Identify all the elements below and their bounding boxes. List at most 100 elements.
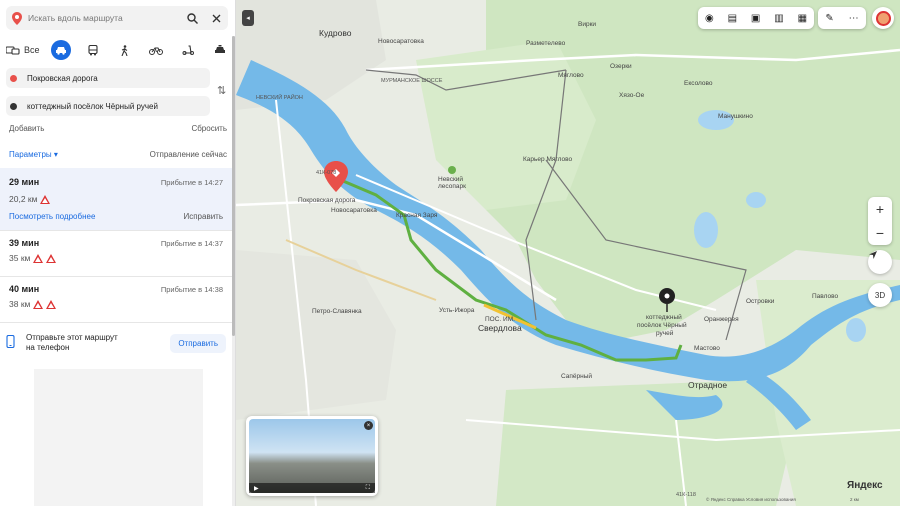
map-label-petro-slavyanka: Петро-Славянка [312, 308, 362, 315]
transport-icon[interactable]: ▥ [774, 13, 783, 24]
map-label-eksolovo: Ексолово [684, 80, 713, 87]
route-search-input[interactable]: Искать вдоль маршрута [28, 13, 180, 23]
walking-icon [121, 44, 128, 56]
map-book-icon[interactable]: ▤ [728, 13, 737, 24]
map-label-orangerea: Оранжерея [704, 316, 739, 323]
add-point-button[interactable]: Добавить [9, 124, 44, 133]
map-label-manushkino: Манушкино [718, 113, 753, 120]
mode-bike[interactable] [146, 40, 166, 60]
send-button[interactable]: Отправить [170, 333, 226, 353]
panorama-image [249, 419, 375, 493]
zoom-control: + − [868, 197, 892, 245]
warning-icon [40, 194, 51, 204]
route-arrival: Прибытие в 14:27 [160, 178, 223, 187]
map-label-ozerki: Озерки [610, 63, 632, 70]
departure-selector[interactable]: Отправление сейчас [150, 150, 227, 159]
map-scale: 2 км [850, 497, 859, 502]
map-label-kudrovo: Кудрово [319, 28, 352, 38]
map-label-nevsky-lesopark-2: лесопарк [438, 183, 466, 190]
yandex-logo: Яндекс [847, 480, 883, 491]
mode-car[interactable] [51, 40, 72, 60]
route-option-2[interactable]: 39 мин Прибытие в 14:37 35 км [0, 238, 232, 278]
map-label-myaglovo: Мяглово [558, 72, 584, 79]
map-label-karier: Карьер Мяглово [523, 156, 573, 163]
mode-walk[interactable] [115, 40, 135, 60]
map-tools-toolbar: ✎ ⋯ [818, 7, 866, 29]
warning-icon [33, 299, 44, 309]
route-option-3[interactable]: 40 мин Прибытие в 14:38 38 км [0, 284, 232, 324]
map-label-ostrovki: Островки [746, 298, 775, 305]
route-arrival: Прибытие в 14:38 [160, 285, 223, 294]
map-label-novosaratovka-top: Новосаратовка [378, 38, 424, 45]
collapse-panel-button[interactable]: ◂ [242, 10, 254, 26]
mode-scooter[interactable] [178, 40, 198, 60]
send-to-phone-text: Отправьте этот маршрут на телефон [26, 333, 170, 353]
zoom-in-button[interactable]: + [868, 197, 892, 221]
map-label-road-murmansk: МУРМАНСКОЕ ШОССЕ [381, 78, 443, 84]
route-edit-button[interactable]: Исправить [183, 212, 223, 221]
warning-icon [46, 253, 57, 263]
route-params-row: Параметры ▾ Отправление сейчас [9, 150, 227, 159]
fullscreen-icon[interactable]: ⛶ [366, 485, 370, 492]
map-label-road-41k: 41К-078 [316, 170, 337, 176]
route-time: 39 мин [9, 238, 40, 248]
transport-mode-bar: Все [6, 40, 230, 60]
route-from-value: Покровская дорога [27, 73, 98, 83]
map-label-ust-izhora: Усть-Ижора [439, 307, 475, 314]
reset-button[interactable]: Сбросить [191, 124, 227, 133]
map-label-road-41k-bottom: 41К-118 [676, 492, 696, 498]
geolocation-button[interactable] [868, 250, 892, 274]
panorama-close-button[interactable]: × [364, 421, 373, 430]
route-from-field[interactable]: Покровская дорога [6, 68, 210, 88]
route-details-link[interactable]: Посмотреть подробнее [9, 212, 95, 221]
map-label-otradnoe: Отрадное [688, 380, 728, 390]
swap-icon[interactable]: ⇅ [217, 84, 226, 97]
map-label-dest-3: ручей [656, 330, 674, 337]
panorama-controls: ▶ ⛶ [249, 483, 375, 493]
map-label-nevsky-lesopark-1: Невский [438, 176, 464, 183]
map-label-dest-1: коттеджный [646, 314, 682, 321]
close-icon[interactable] [204, 14, 228, 23]
map-canvas[interactable]: Кудрово Новосаратовка Разметелево Вирки … [236, 0, 900, 506]
map-label-pavlovo: Павлово [812, 293, 839, 300]
mode-all[interactable]: Все [6, 40, 40, 60]
route-points-actions: Добавить Сбросить [9, 124, 227, 133]
map-label-sapernyy: Сапёрный [561, 373, 593, 380]
map-label-pos-sverdlova-2: Свердлова [478, 323, 522, 333]
route-to-field[interactable]: коттеджный посёлок Чёрный ручей [6, 96, 210, 116]
sidebar-scrollbar[interactable] [232, 36, 235, 506]
divider [0, 230, 232, 231]
app: Искать вдоль маршрута Все Покровская дор… [0, 0, 900, 506]
map-label-dest-2: посёлок Чёрный [637, 322, 687, 329]
route-distance: 20,2 км [9, 194, 38, 204]
layers-icon[interactable]: ◉ [705, 13, 714, 24]
ruler-icon[interactable]: ✎ [825, 13, 833, 24]
route-distance: 35 км [9, 253, 31, 263]
map-type-icon[interactable]: ▦ [798, 13, 807, 24]
3d-button[interactable]: 3D [868, 283, 892, 307]
route-option-1[interactable]: 29 мин Прибытие в 14:27 20,2 км Посмотре… [0, 168, 232, 230]
search-icon[interactable] [180, 12, 204, 24]
scrollbar-thumb[interactable] [232, 36, 235, 336]
map-label-pos-sverdlova-1: ПОС. ИМ. [485, 316, 515, 323]
user-avatar[interactable] [872, 7, 894, 29]
map-label-novosaratovka: Новосаратовка [331, 207, 377, 214]
route-to-value: коттеджный посёлок Чёрный ручей [27, 101, 158, 111]
bus-icon [88, 44, 98, 55]
mode-taxi[interactable] [210, 40, 230, 60]
send-text-line-1: Отправьте этот маршрут [26, 333, 118, 342]
scooter-icon [182, 45, 195, 55]
more-icon[interactable]: ⋯ [849, 13, 859, 24]
params-dropdown[interactable]: Параметры ▾ [9, 150, 58, 159]
mode-bus[interactable] [83, 40, 103, 60]
map-footer[interactable]: © Яндекс Справка Условия использования [706, 497, 796, 502]
map-label-mastovo: Мастово [694, 345, 720, 352]
ad-banner[interactable] [34, 369, 203, 506]
panorama-icon[interactable]: ▣ [751, 13, 760, 24]
route-time: 29 мин [9, 177, 40, 187]
play-icon[interactable]: ▶ [254, 485, 259, 492]
panorama-preview[interactable]: × ▶ ⛶ [246, 416, 378, 496]
zoom-out-button[interactable]: − [868, 221, 892, 245]
warning-icon [33, 253, 44, 263]
route-search-bar[interactable]: Искать вдоль маршрута [6, 6, 228, 30]
